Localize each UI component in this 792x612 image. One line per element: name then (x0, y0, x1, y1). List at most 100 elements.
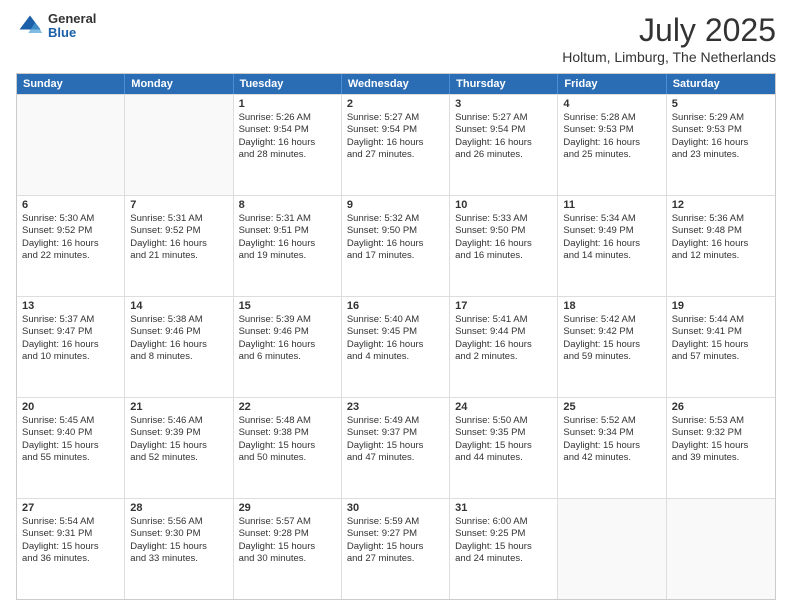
cell-line: Sunrise: 5:34 AM (563, 213, 660, 225)
day-number: 29 (239, 502, 336, 514)
day-number: 30 (347, 502, 444, 514)
day-number: 19 (672, 300, 770, 312)
cell-line: Daylight: 16 hours (347, 137, 444, 149)
cell-line: Sunset: 9:53 PM (563, 124, 660, 136)
cell-line: Sunrise: 5:31 AM (239, 213, 336, 225)
day-number: 15 (239, 300, 336, 312)
cell-line: Sunset: 9:51 PM (239, 225, 336, 237)
cell-line: Sunrise: 5:59 AM (347, 516, 444, 528)
cell-line: and 4 minutes. (347, 351, 444, 363)
day-number: 1 (239, 98, 336, 110)
day-number: 5 (672, 98, 770, 110)
cell-line: Sunset: 9:50 PM (455, 225, 552, 237)
weekday-header: Thursday (450, 74, 558, 94)
cell-line: Daylight: 15 hours (455, 541, 552, 553)
cell-line: Sunrise: 5:40 AM (347, 314, 444, 326)
calendar-cell: 31Sunrise: 6:00 AMSunset: 9:25 PMDayligh… (450, 499, 558, 599)
calendar-cell: 30Sunrise: 5:59 AMSunset: 9:27 PMDayligh… (342, 499, 450, 599)
cell-line: Daylight: 16 hours (22, 339, 119, 351)
cell-line: and 22 minutes. (22, 250, 119, 262)
cell-line: and 55 minutes. (22, 452, 119, 464)
cell-line: Daylight: 16 hours (239, 137, 336, 149)
cell-line: and 16 minutes. (455, 250, 552, 262)
day-number: 24 (455, 401, 552, 413)
calendar-cell: 21Sunrise: 5:46 AMSunset: 9:39 PMDayligh… (125, 398, 233, 498)
cell-line: Daylight: 16 hours (455, 339, 552, 351)
cell-line: Sunrise: 5:27 AM (455, 112, 552, 124)
cell-line: Sunset: 9:28 PM (239, 528, 336, 540)
calendar: SundayMondayTuesdayWednesdayThursdayFrid… (16, 73, 776, 600)
day-number: 13 (22, 300, 119, 312)
cell-line: Sunset: 9:41 PM (672, 326, 770, 338)
cell-line: Sunrise: 5:50 AM (455, 415, 552, 427)
logo-text: General Blue (48, 12, 96, 41)
cell-line: Sunset: 9:52 PM (130, 225, 227, 237)
calendar-cell: 20Sunrise: 5:45 AMSunset: 9:40 PMDayligh… (17, 398, 125, 498)
cell-line: Daylight: 16 hours (22, 238, 119, 250)
weekday-header: Friday (558, 74, 666, 94)
cell-line: Daylight: 16 hours (563, 137, 660, 149)
title-block: July 2025 Holtum, Limburg, The Netherlan… (562, 12, 776, 65)
calendar-row: 6Sunrise: 5:30 AMSunset: 9:52 PMDaylight… (17, 195, 775, 296)
cell-line: and 23 minutes. (672, 149, 770, 161)
cell-line: Sunrise: 5:49 AM (347, 415, 444, 427)
cell-line: Sunset: 9:25 PM (455, 528, 552, 540)
cell-line: Sunset: 9:45 PM (347, 326, 444, 338)
cell-line: Sunrise: 5:31 AM (130, 213, 227, 225)
cell-line: Daylight: 16 hours (672, 238, 770, 250)
cell-line: and 6 minutes. (239, 351, 336, 363)
calendar-cell: 9Sunrise: 5:32 AMSunset: 9:50 PMDaylight… (342, 196, 450, 296)
cell-line: Sunset: 9:39 PM (130, 427, 227, 439)
day-number: 18 (563, 300, 660, 312)
calendar-cell: 28Sunrise: 5:56 AMSunset: 9:30 PMDayligh… (125, 499, 233, 599)
cell-line: Sunrise: 5:44 AM (672, 314, 770, 326)
cell-line: Daylight: 15 hours (563, 339, 660, 351)
cell-line: and 39 minutes. (672, 452, 770, 464)
cell-line: Sunrise: 5:36 AM (672, 213, 770, 225)
cell-line: Daylight: 15 hours (22, 440, 119, 452)
cell-line: Sunrise: 5:27 AM (347, 112, 444, 124)
day-number: 8 (239, 199, 336, 211)
cell-line: Sunset: 9:48 PM (672, 225, 770, 237)
cell-line: and 17 minutes. (347, 250, 444, 262)
logo-icon (16, 12, 44, 40)
cell-line: Sunset: 9:44 PM (455, 326, 552, 338)
cell-line: Sunrise: 5:52 AM (563, 415, 660, 427)
calendar-cell: 27Sunrise: 5:54 AMSunset: 9:31 PMDayligh… (17, 499, 125, 599)
day-number: 20 (22, 401, 119, 413)
header: General Blue July 2025 Holtum, Limburg, … (16, 12, 776, 65)
cell-line: Daylight: 15 hours (563, 440, 660, 452)
calendar-cell: 17Sunrise: 5:41 AMSunset: 9:44 PMDayligh… (450, 297, 558, 397)
calendar-cell: 6Sunrise: 5:30 AMSunset: 9:52 PMDaylight… (17, 196, 125, 296)
cell-line: and 14 minutes. (563, 250, 660, 262)
weekday-header: Saturday (667, 74, 775, 94)
day-number: 17 (455, 300, 552, 312)
logo: General Blue (16, 12, 96, 41)
cell-line: Sunrise: 5:53 AM (672, 415, 770, 427)
calendar-cell: 23Sunrise: 5:49 AMSunset: 9:37 PMDayligh… (342, 398, 450, 498)
cell-line: Sunrise: 5:48 AM (239, 415, 336, 427)
cell-line: Daylight: 16 hours (239, 238, 336, 250)
logo-blue: Blue (48, 26, 96, 40)
cell-line: Sunset: 9:52 PM (22, 225, 119, 237)
cell-line: and 36 minutes. (22, 553, 119, 565)
cell-line: and 19 minutes. (239, 250, 336, 262)
cell-line: Sunset: 9:42 PM (563, 326, 660, 338)
cell-line: Sunrise: 5:26 AM (239, 112, 336, 124)
calendar-row: 27Sunrise: 5:54 AMSunset: 9:31 PMDayligh… (17, 498, 775, 599)
cell-line: Sunrise: 5:38 AM (130, 314, 227, 326)
calendar-cell: 19Sunrise: 5:44 AMSunset: 9:41 PMDayligh… (667, 297, 775, 397)
calendar-cell: 24Sunrise: 5:50 AMSunset: 9:35 PMDayligh… (450, 398, 558, 498)
cell-line: and 12 minutes. (672, 250, 770, 262)
cell-line: and 52 minutes. (130, 452, 227, 464)
day-number: 27 (22, 502, 119, 514)
cell-line: Sunset: 9:27 PM (347, 528, 444, 540)
calendar-row: 13Sunrise: 5:37 AMSunset: 9:47 PMDayligh… (17, 296, 775, 397)
cell-line: and 57 minutes. (672, 351, 770, 363)
cell-line: Sunrise: 5:54 AM (22, 516, 119, 528)
calendar-row: 20Sunrise: 5:45 AMSunset: 9:40 PMDayligh… (17, 397, 775, 498)
cell-line: Sunset: 9:54 PM (455, 124, 552, 136)
cell-line: Sunrise: 5:32 AM (347, 213, 444, 225)
cell-line: Sunset: 9:47 PM (22, 326, 119, 338)
cell-line: Daylight: 16 hours (130, 238, 227, 250)
